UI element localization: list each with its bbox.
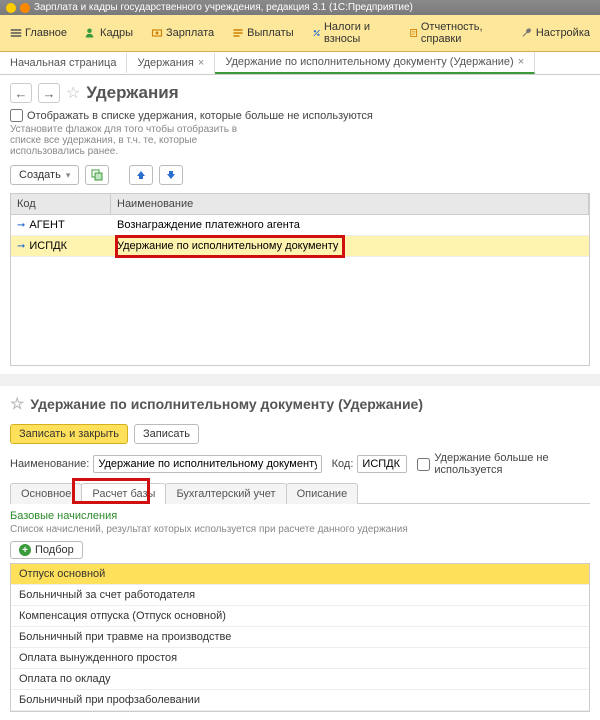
section-title: Базовые начисления [10, 510, 590, 522]
money-icon [151, 27, 163, 39]
hint-text: Установите флажок для того чтобы отобраз… [10, 124, 270, 157]
favorite-icon[interactable]: ☆ [66, 83, 80, 103]
table-row[interactable]: ➞ИСПДК Удержание по исполнительному доку… [11, 236, 589, 257]
window-control-icon [20, 3, 30, 13]
window-title: Зарплата и кадры государственного учрежд… [34, 2, 413, 13]
plus-icon: + [19, 544, 31, 556]
toolbar-label: Выплаты [247, 27, 293, 39]
toolbar-main[interactable]: Главное [6, 25, 71, 41]
list-item[interactable]: Больничный при профзаболевании [11, 690, 589, 711]
document-tabs: Начальная страница Удержания × Удержание … [0, 52, 600, 75]
accrual-list: Отпуск основной Больничный за счет работ… [10, 563, 590, 712]
unused-checkbox[interactable] [417, 458, 430, 471]
unused-label: Удержание больше не используется [434, 452, 590, 476]
save-button[interactable]: Записать [134, 424, 199, 444]
copy-button[interactable] [85, 165, 109, 185]
tab-raschet-bazy[interactable]: Расчет базы [81, 483, 166, 504]
toolbar-label: Отчетность, справки [421, 21, 503, 45]
row-icon: ➞ [17, 241, 25, 252]
people-icon [85, 27, 97, 39]
tab-uderzhanie-doc[interactable]: Удержание по исполнительному документу (… [215, 52, 535, 74]
form-subtabs: Основное Расчет базы Бухгалтерский учет … [10, 482, 590, 504]
toolbar-label: Кадры [100, 27, 133, 39]
toolbar-label: Налоги и взносы [324, 21, 391, 45]
code-field[interactable] [357, 455, 407, 473]
list-item[interactable]: Больничный за счет работодателя [11, 585, 589, 606]
row-icon: ➞ [17, 220, 25, 231]
create-button[interactable]: Создать [10, 165, 79, 185]
tab-home[interactable]: Начальная страница [0, 53, 127, 73]
panel-form: ☆ Удержание по исполнительному документу… [0, 386, 600, 720]
toolbar-nalogi[interactable]: Налоги и взносы [308, 19, 395, 47]
toolbar-label: Зарплата [166, 27, 214, 39]
pick-button[interactable]: + Подбор [10, 541, 83, 559]
toolbar-nastroyka[interactable]: Настройка [517, 25, 594, 41]
nav-back-button[interactable]: ← [10, 83, 32, 103]
close-icon[interactable]: × [518, 56, 524, 68]
col-header-code[interactable]: Код [11, 194, 111, 214]
section-hint: Список начислений, результат которых исп… [10, 524, 590, 535]
table-row[interactable]: ➞АГЕНТ Вознаграждение платежного агента [11, 215, 589, 236]
code-label: Код: [332, 458, 354, 470]
move-down-button[interactable] [159, 165, 183, 185]
favorite-icon[interactable]: ☆ [10, 394, 24, 414]
tab-opisanie[interactable]: Описание [286, 483, 359, 504]
main-toolbar: Главное Кадры Зарплата Выплаты Налоги и … [0, 15, 600, 52]
tab-label: Удержание по исполнительному документу (… [225, 56, 513, 68]
toolbar-vyplaty[interactable]: Выплаты [228, 25, 297, 41]
tab-label: Удержания [137, 57, 193, 69]
copy-icon [91, 169, 103, 181]
items-grid: Код Наименование ➞АГЕНТ Вознаграждение п… [10, 193, 590, 366]
window-titlebar: Зарплата и кадры государственного учрежд… [0, 0, 600, 15]
arrow-up-icon [135, 169, 147, 181]
save-close-button[interactable]: Записать и закрыть [10, 424, 128, 444]
tab-osnovnoe[interactable]: Основное [10, 483, 82, 504]
tab-label: Начальная страница [10, 57, 116, 69]
show-unused-label: Отображать в списке удержания, которые б… [27, 110, 373, 122]
list-item[interactable]: Отпуск основной [11, 564, 589, 585]
nav-forward-button[interactable]: → [38, 83, 60, 103]
list-item[interactable]: Оплата по окладу [11, 669, 589, 690]
close-icon[interactable]: × [198, 57, 204, 69]
toolbar-kadry[interactable]: Кадры [81, 25, 137, 41]
toolbar-otchet[interactable]: Отчетность, справки [405, 19, 507, 47]
panel-list: ← → ☆ Удержания Отображать в списке удер… [0, 75, 600, 374]
wrench-icon [521, 27, 533, 39]
list-item[interactable]: Оплата вынужденного простоя [11, 648, 589, 669]
report-icon [409, 27, 418, 39]
window-control-icon [6, 3, 16, 13]
toolbar-label: Главное [25, 27, 67, 39]
name-label: Наименование: [10, 458, 89, 470]
list-item[interactable]: Больничный при травме на производстве [11, 627, 589, 648]
form-title: Удержание по исполнительному документу (… [30, 396, 423, 412]
toolbar-zarplata[interactable]: Зарплата [147, 25, 218, 41]
tab-uderzhaniya[interactable]: Удержания × [127, 53, 215, 73]
bars-icon [10, 27, 22, 39]
arrow-down-icon [165, 169, 177, 181]
page-title: Удержания [86, 83, 178, 103]
col-header-name[interactable]: Наименование [111, 194, 589, 214]
show-unused-checkbox[interactable] [10, 109, 23, 122]
name-field[interactable] [93, 455, 321, 473]
move-up-button[interactable] [129, 165, 153, 185]
tab-buh-uchet[interactable]: Бухгалтерский учет [165, 483, 286, 504]
percent-icon [312, 27, 321, 39]
payout-icon [232, 27, 244, 39]
toolbar-label: Настройка [536, 27, 590, 39]
list-item[interactable]: Компенсация отпуска (Отпуск основной) [11, 606, 589, 627]
